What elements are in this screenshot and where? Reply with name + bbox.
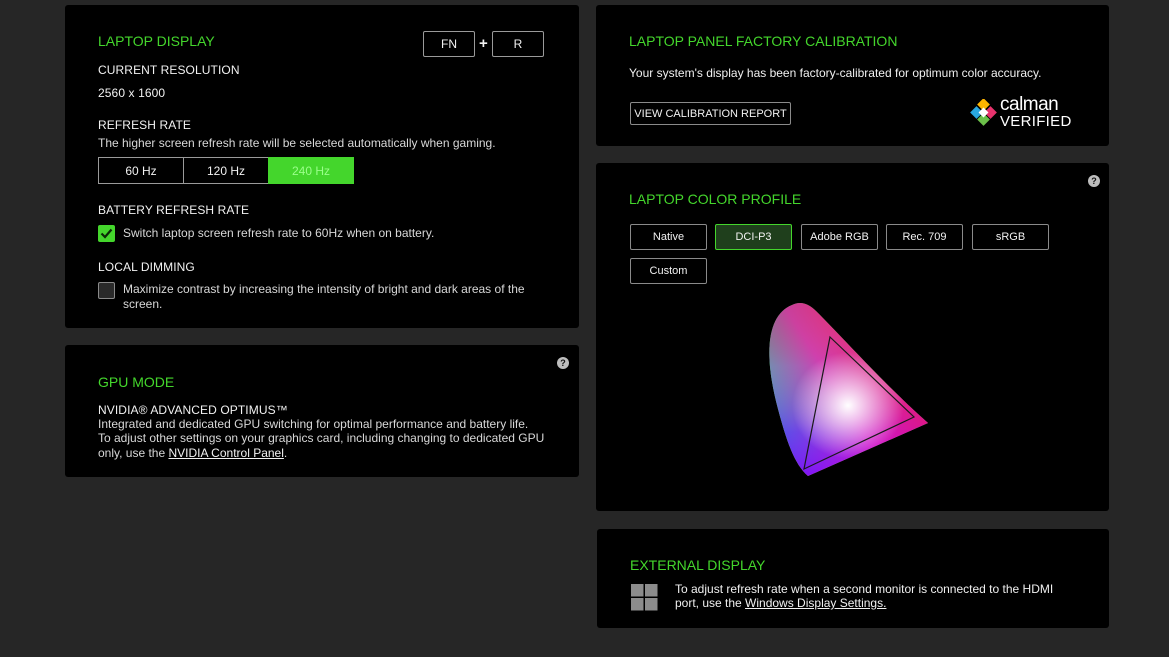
refresh-240hz-option[interactable]: 240 Hz — [268, 157, 354, 184]
refresh-rate-label: REFRESH RATE — [98, 118, 191, 132]
windows-icon — [631, 584, 658, 611]
profile-srgb-button[interactable]: sRGB — [972, 224, 1049, 250]
gpu-mode-desc-suffix: . — [283, 446, 288, 460]
color-profile-card: ? LAPTOP COLOR PROFILE Native DCI-P3 Ado… — [596, 163, 1109, 511]
current-resolution-label: CURRENT RESOLUTION — [98, 63, 240, 77]
windows-display-settings-link[interactable]: Windows Display Settings. — [745, 596, 886, 610]
battery-refresh-checkbox[interactable] — [98, 225, 115, 242]
view-calibration-report-button[interactable]: VIEW CALIBRATION REPORT — [630, 102, 791, 125]
calibration-title: LAPTOP PANEL FACTORY CALIBRATION — [629, 33, 898, 49]
laptop-display-title: LAPTOP DISPLAY — [98, 33, 215, 49]
local-dimming-text: Maximize contrast by increasing the inte… — [123, 282, 525, 311]
refresh-rate-description: The higher screen refresh rate will be s… — [98, 136, 496, 150]
refresh-120hz-option[interactable]: 120 Hz — [183, 157, 269, 184]
gpu-mode-desc-prefix: only, use the — [98, 446, 169, 460]
current-resolution-value: 2560 x 1600 — [98, 86, 166, 100]
laptop-display-card: LAPTOP DISPLAY FN + R CURRENT RESOLUTION… — [65, 5, 579, 328]
external-display-title: EXTERNAL DISPLAY — [630, 557, 766, 573]
gpu-mode-card: ? GPU MODE NVIDIA® ADVANCED OPTIMUS™ Int… — [65, 345, 579, 477]
color-profile-title: LAPTOP COLOR PROFILE — [629, 191, 802, 207]
calman-logo-verified: VERIFIED — [1000, 113, 1072, 130]
gpu-mode-desc-line1: Integrated and dedicated GPU switching f… — [98, 417, 529, 431]
fn-keycap: FN — [423, 31, 475, 57]
profile-native-button[interactable]: Native — [630, 224, 707, 250]
external-display-desc-line2: port, use the Windows Display Settings. — [675, 596, 886, 611]
nvidia-control-panel-link[interactable]: NVIDIA Control Panel — [169, 446, 284, 460]
calman-logo-icon — [970, 99, 997, 126]
battery-refresh-rate-label: BATTERY REFRESH RATE — [98, 203, 250, 217]
shortcut-plus: + — [479, 35, 488, 52]
calman-verified-logo: calman VERIFIED — [970, 94, 1072, 131]
gpu-mode-desc-line2: To adjust other settings on your graphic… — [98, 431, 545, 445]
gpu-help-icon[interactable]: ? — [557, 357, 569, 369]
profile-adobe-rgb-button[interactable]: Adobe RGB — [801, 224, 878, 250]
external-display-desc-prefix: port, use the — [675, 596, 746, 610]
profile-rec709-button[interactable]: Rec. 709 — [886, 224, 963, 250]
gpu-mode-title: GPU MODE — [98, 374, 175, 390]
local-dimming-label: LOCAL DIMMING — [98, 260, 195, 274]
local-dimming-checkbox[interactable] — [98, 282, 115, 299]
gpu-mode-name: NVIDIA® ADVANCED OPTIMUS™ — [98, 403, 288, 417]
external-display-desc-line1: To adjust refresh rate when a second mon… — [675, 582, 1054, 596]
profile-custom-button[interactable]: Custom — [630, 258, 707, 284]
refresh-rate-selector: 60 Hz 120 Hz 240 Hz — [98, 157, 354, 184]
color-gamut-diagram — [769, 303, 928, 476]
color-profile-help-icon[interactable]: ? — [1088, 175, 1100, 187]
battery-refresh-text: Switch laptop screen refresh rate to 60H… — [123, 226, 435, 240]
calibration-card: LAPTOP PANEL FACTORY CALIBRATION Your sy… — [596, 5, 1109, 146]
profile-dci-p3-button[interactable]: DCI-P3 — [715, 224, 792, 250]
checkmark-icon — [100, 228, 113, 239]
gpu-mode-desc-line3: only, use the NVIDIA Control Panel. — [98, 446, 287, 461]
r-keycap: R — [492, 31, 544, 57]
refresh-60hz-option[interactable]: 60 Hz — [98, 157, 184, 184]
calibration-description: Your system's display has been factory-c… — [629, 66, 1042, 80]
external-display-card: EXTERNAL DISPLAY To adjust refresh rate … — [597, 529, 1109, 628]
